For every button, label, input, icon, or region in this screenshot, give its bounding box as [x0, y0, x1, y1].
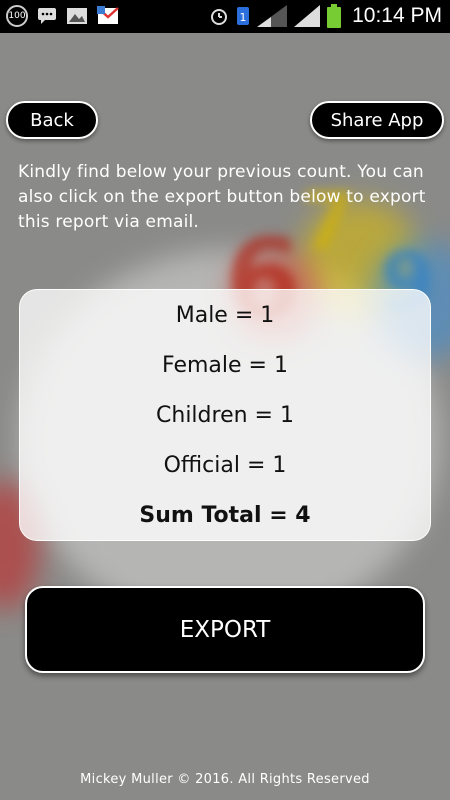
- export-button[interactable]: EXPORT: [25, 586, 425, 673]
- female-count: Female = 1: [162, 353, 288, 378]
- signal-icon: [294, 5, 321, 27]
- children-count: Children = 1: [156, 403, 294, 428]
- chat-icon: [37, 7, 57, 25]
- footer-copyright: Mickey Muller © 2016. All Rights Reserve…: [80, 772, 370, 787]
- official-count: Official = 1: [163, 453, 287, 478]
- alarm-icon: [209, 6, 229, 26]
- male-count: Male = 1: [175, 303, 275, 328]
- status-time: 10:14 PM: [352, 4, 442, 27]
- sum-total: Sum Total = 4: [139, 503, 311, 528]
- sim-1-icon: 1: [236, 6, 250, 26]
- notification-count-icon: 100: [6, 5, 28, 27]
- count-summary-card: Male = 1 Female = 1 Children = 1 Officia…: [19, 289, 431, 541]
- svg-text:1: 1: [240, 11, 247, 24]
- gmail-icon: [97, 6, 119, 26]
- intro-text: Kindly find below your previous count. Y…: [18, 162, 426, 232]
- image-icon: [66, 7, 88, 25]
- back-button[interactable]: Back: [6, 101, 98, 139]
- share-app-button[interactable]: Share App: [310, 101, 444, 139]
- battery-icon: [327, 4, 342, 28]
- status-bar: 100 1 10:14 PM: [0, 0, 450, 33]
- signal-icon: [257, 5, 288, 27]
